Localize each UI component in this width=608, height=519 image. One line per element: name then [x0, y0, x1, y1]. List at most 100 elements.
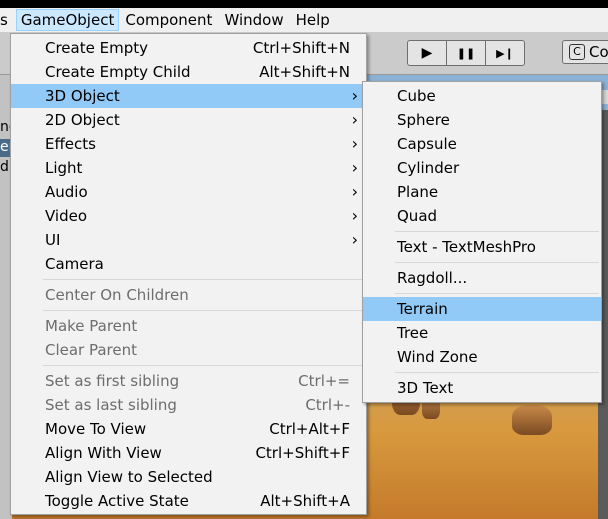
menu-item-label: Align View to Selected: [45, 468, 213, 486]
collab-icon: C: [569, 44, 585, 60]
menu-item-label: Ragdoll...: [397, 269, 468, 287]
menu-item-clear-parent: Clear Parent: [11, 338, 366, 362]
submenu-arrow-icon: ›: [351, 158, 358, 177]
menu-item-shortcut: Ctrl+Alt+F: [269, 420, 350, 438]
menu-separator: [363, 259, 601, 266]
menu-item-text-textmeshpro[interactable]: Text - TextMeshPro: [363, 235, 601, 259]
window-top-edge: [0, 0, 608, 8]
menu-item-cube[interactable]: Cube: [363, 84, 601, 108]
submenu-arrow-icon: ›: [351, 206, 358, 225]
menu-item-label: Align With View: [45, 444, 162, 462]
menu-separator: [11, 307, 366, 314]
menu-item-make-parent: Make Parent: [11, 314, 366, 338]
menu-item-label: Wind Zone: [397, 348, 478, 366]
menubar-item-s[interactable]: s: [0, 9, 16, 31]
submenu-arrow-icon: ›: [351, 134, 358, 153]
collab-button[interactable]: C Co: [562, 40, 608, 64]
menu-item-audio[interactable]: Audio ›: [11, 180, 366, 204]
menu-item-label: Set as last sibling: [45, 396, 177, 414]
menu-item-shortcut: Ctrl+-: [305, 396, 350, 414]
pause-icon: ❚❚: [456, 46, 476, 60]
menu-item-label: Create Empty Child: [45, 63, 191, 81]
menu-item-label: Terrain: [397, 300, 448, 318]
menu-item-effects[interactable]: Effects ›: [11, 132, 366, 156]
menu-item-label: Move To View: [45, 420, 147, 438]
submenu-arrow-icon: ›: [351, 182, 358, 201]
play-button[interactable]: ▶: [407, 40, 447, 66]
menu-item-shortcut: Alt+Shift+N: [259, 63, 350, 81]
menu-separator: [363, 228, 601, 235]
submenu-arrow-icon: ›: [351, 110, 358, 129]
menu-item-3d-object[interactable]: 3D Object ›: [11, 84, 366, 108]
menu-item-label: Effects: [45, 135, 96, 153]
menu-item-label: Clear Parent: [45, 341, 138, 359]
menu-item-label: Capsule: [397, 135, 457, 153]
menu-item-video[interactable]: Video ›: [11, 204, 366, 228]
menu-item-sphere[interactable]: Sphere: [363, 108, 601, 132]
menu-item-label: Audio: [45, 183, 88, 201]
submenu-arrow-icon: ›: [351, 230, 358, 249]
scene-rock: [512, 405, 552, 435]
menu-item-shortcut: Ctrl+Shift+F: [255, 444, 350, 462]
menu-item-label: Cube: [397, 87, 436, 105]
menu-separator: [11, 276, 366, 283]
menu-item-camera[interactable]: Camera: [11, 252, 366, 276]
menu-item-shortcut: Ctrl+=: [298, 372, 350, 390]
step-icon: ▶❙: [496, 46, 514, 60]
menu-item-create-empty-child[interactable]: Create Empty Child Alt+Shift+N: [11, 60, 366, 84]
menu-item-label: 3D Object: [45, 87, 120, 105]
play-icon: ▶: [421, 45, 433, 61]
menu-item-quad[interactable]: Quad: [363, 204, 601, 228]
menu-separator: [11, 362, 366, 369]
menu-item-label: Cylinder: [397, 159, 460, 177]
menu-item-label: Sphere: [397, 111, 450, 129]
menu-item-ui[interactable]: UI ›: [11, 228, 366, 252]
menu-item-label: Tree: [397, 324, 429, 342]
menu-item-label: Quad: [397, 207, 438, 225]
menu-item-toggle-active-state[interactable]: Toggle Active State Alt+Shift+A: [11, 489, 366, 513]
menu-item-align-with-view[interactable]: Align With View Ctrl+Shift+F: [11, 441, 366, 465]
menu-item-wind-zone[interactable]: Wind Zone: [363, 345, 601, 369]
menu-item-label: Toggle Active State: [45, 492, 189, 510]
menu-item-set-as-last-sibling: Set as last sibling Ctrl+-: [11, 393, 366, 417]
menu-item-label: Create Empty: [45, 39, 148, 57]
menu-item-set-as-first-sibling: Set as first sibling Ctrl+=: [11, 369, 366, 393]
menu-item-align-view-to-selected[interactable]: Align View to Selected: [11, 465, 366, 489]
menu-item-label: UI: [45, 231, 61, 249]
3d-object-submenu: Cube Sphere Capsule Cylinder Plane Quad Text -…: [362, 81, 602, 403]
menubar-item-component[interactable]: Component: [119, 9, 218, 31]
menu-item-light[interactable]: Light ›: [11, 156, 366, 180]
menu-item-ragdoll[interactable]: Ragdoll...: [363, 266, 601, 290]
pause-button[interactable]: ❚❚: [446, 40, 486, 66]
menu-item-create-empty[interactable]: Create Empty Ctrl+Shift+N: [11, 36, 366, 60]
menu-item-label: Light: [45, 159, 83, 177]
menu-item-label: Make Parent: [45, 317, 138, 335]
menu-item-tree[interactable]: Tree: [363, 321, 601, 345]
menu-separator: [363, 290, 601, 297]
menu-item-label: 3D Text: [397, 379, 454, 397]
menu-item-label: Camera: [45, 255, 104, 273]
menubar-item-help[interactable]: Help: [290, 9, 336, 31]
menu-item-capsule[interactable]: Capsule: [363, 132, 601, 156]
menu-bar: s GameObject Component Window Help: [0, 8, 608, 32]
playback-controls: ▶ ❚❚ ▶❙: [407, 40, 525, 66]
menu-item-plane[interactable]: Plane: [363, 180, 601, 204]
menu-item-terrain[interactable]: Terrain: [363, 297, 601, 321]
menu-item-shortcut: Ctrl+Shift+N: [252, 39, 350, 57]
step-button[interactable]: ▶❙: [485, 40, 525, 66]
menu-separator: [363, 369, 601, 376]
menu-item-label: Text - TextMeshPro: [397, 238, 536, 256]
menu-item-label: 2D Object: [45, 111, 120, 129]
menu-item-label: Center On Children: [45, 286, 189, 304]
menubar-item-gameobject[interactable]: GameObject: [15, 9, 120, 31]
menu-item-3d-text[interactable]: 3D Text: [363, 376, 601, 400]
menu-item-2d-object[interactable]: 2D Object ›: [11, 108, 366, 132]
menu-item-move-to-view[interactable]: Move To View Ctrl+Alt+F: [11, 417, 366, 441]
menu-item-label: Set as first sibling: [45, 372, 180, 390]
menubar-item-window[interactable]: Window: [218, 9, 289, 31]
gameobject-menu: Create Empty Ctrl+Shift+N Create Empty Chi…: [10, 33, 367, 515]
collab-label: Co: [589, 43, 608, 61]
menu-item-label: Plane: [397, 183, 439, 201]
menu-item-cylinder[interactable]: Cylinder: [363, 156, 601, 180]
menu-item-label: Video: [45, 207, 88, 225]
